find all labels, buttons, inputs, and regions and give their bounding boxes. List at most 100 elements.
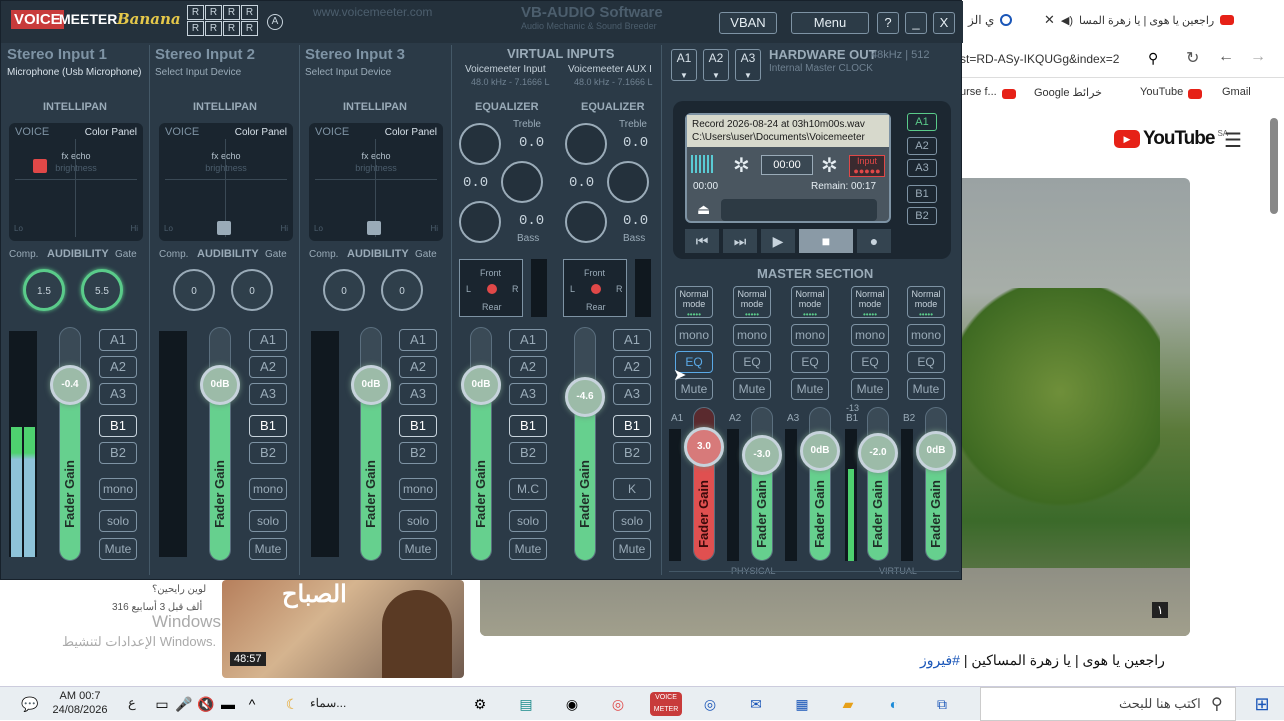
strip-1-mute-button[interactable]: Mute [99,538,137,560]
strip-1-a1-button[interactable]: A1 [99,329,137,351]
volume-muted-icon[interactable]: 🔇 [194,692,218,716]
voicemeeter-taskbar-icon[interactable]: VOICE METER [650,692,682,716]
chrome-icon[interactable]: ◎ [606,692,630,716]
virtual-2-solo-button[interactable]: solo [613,510,651,532]
app-icon[interactable]: ▤ [514,692,538,716]
strip-1-b2-button[interactable]: B2 [99,442,137,464]
strip-3-mute-button[interactable]: Mute [399,538,437,560]
vban-button[interactable]: VBAN [719,12,777,34]
strip-2-intellipan[interactable]: VOICE Color Panel fx echo brightness Lo … [159,123,293,241]
strip-2-fader-knob[interactable]: 0dB [200,365,240,405]
title-bar[interactable]: VOICE MEETER Banana RRRR RRRR A www.voic… [1,1,963,43]
chrome-profile-icon[interactable]: ◎ [698,692,722,716]
comp-knob[interactable]: 0 [173,269,215,311]
strip-2-device[interactable]: Select Input Device [155,67,241,78]
master-b1-fader-knob[interactable]: -2.0 [858,433,898,473]
youtube-logo[interactable]: ▶ YouTube SA [1114,128,1228,150]
reload-icon[interactable]: ↻ [1186,48,1199,68]
v1-mid-knob[interactable] [501,161,543,203]
video-hashtag[interactable]: #فيروز [920,652,960,668]
strip-2-mute-button[interactable]: Mute [249,538,287,560]
virtual-1-a2-button[interactable]: A2 [509,356,547,378]
v2-treble-knob[interactable] [565,123,607,165]
strip-1-device[interactable]: Microphone (Usb Microphone) [7,67,142,78]
scrollbar-thumb[interactable] [1270,118,1278,214]
v2-bass-knob[interactable] [565,201,607,243]
strip-1-b1-button[interactable]: B1 [99,415,137,437]
rewind-button[interactable]: ⏮ [685,229,719,253]
v2-mid-knob[interactable] [607,161,649,203]
recorder-b2-button[interactable]: B2 [907,207,937,225]
settings-gear-icon[interactable]: ⚙ [468,692,492,716]
hw-a3-select[interactable]: A3 ▼ [735,49,761,81]
browser-tab-2[interactable]: ي الز [968,6,1028,34]
weather-label[interactable]: سماء... [310,696,346,710]
v1-bass-knob[interactable] [459,201,501,243]
strip-3-a2-button[interactable]: A2 [399,356,437,378]
minimize-button[interactable]: _ [905,12,927,34]
strip-1-intellipan[interactable]: VOICE Color Panel fx echo brightness Lo … [9,123,143,241]
strip-2-a1-button[interactable]: A1 [249,329,287,351]
forward-button[interactable]: ⏭ [723,229,757,253]
store-icon[interactable]: ▦ [790,692,814,716]
pan-dot[interactable] [487,284,497,294]
comp-knob[interactable]: 1.5 [23,269,65,311]
strip-1-fader-knob[interactable]: -0.4 [50,365,90,405]
network-icon[interactable]: ▭ [150,692,174,716]
strip-3-mono-button[interactable]: mono [399,478,437,500]
hamburger-menu-icon[interactable]: ☰ [1224,128,1242,153]
menu-button[interactable]: Menu [791,12,869,34]
strip-2-title[interactable]: Stereo Input 2 [155,46,255,63]
master-a3-eq[interactable]: EQ [791,351,829,373]
recorder-input-button[interactable]: Input ●●●●● [849,155,885,177]
play-button[interactable]: ▶ [761,229,795,253]
master-a2-fader[interactable]: Fader Gain [751,407,773,561]
virtual-2-fader-knob[interactable]: -4.6 [565,377,605,417]
recorder-b1-button[interactable]: B1 [907,185,937,203]
master-b1-mute[interactable]: Mute [851,378,889,400]
battery-icon[interactable]: ▬ [216,692,240,716]
strip-3-a3-button[interactable]: A3 [399,383,437,405]
strip-1-a3-button[interactable]: A3 [99,383,137,405]
strip-3-b2-button[interactable]: B2 [399,442,437,464]
strip-2-b1-button[interactable]: B1 [249,415,287,437]
virtual-1-a1-button[interactable]: A1 [509,329,547,351]
pan-cursor[interactable] [217,221,231,235]
bookmark-item[interactable]: Google خرائط [1034,86,1102,99]
strip-3-b1-button[interactable]: B1 [399,415,437,437]
master-b1-fader[interactable]: Fader Gain [867,407,889,561]
back-icon[interactable]: ← [1218,48,1234,66]
close-button[interactable]: X [933,12,955,34]
master-b1-mode[interactable]: Normal mode ••••• [851,286,889,319]
master-b2-mono[interactable]: mono [907,324,945,346]
outlook-icon[interactable]: ✉ [744,692,768,716]
bookmark-item[interactable]: YouTube [1140,86,1183,98]
master-b2-mute[interactable]: Mute [907,378,945,400]
master-a2-mode[interactable]: Normal mode ••••• [733,286,771,319]
bookmark-item[interactable]: Gmail [1222,86,1251,98]
pan-cursor[interactable] [367,221,381,235]
url-text[interactable]: st=RD-ASy-IKQUGg&index=2 [960,52,1119,66]
master-a2-mute[interactable]: Mute [733,378,771,400]
virtual-2-mute-button[interactable]: Mute [613,538,651,560]
v1-pan-box[interactable]: Front L R Rear [459,259,523,317]
strip-3-fader[interactable]: Fader Gain [360,327,382,561]
master-a2-mono[interactable]: mono [733,324,771,346]
help-button[interactable]: ? [877,12,899,34]
master-a3-mute[interactable]: Mute [791,378,829,400]
virtual-2-k-button[interactable]: K [613,478,651,500]
virtual-1-a3-button[interactable]: A3 [509,383,547,405]
master-a3-mono[interactable]: mono [791,324,829,346]
master-a1-mono[interactable]: mono [675,324,713,346]
master-a1-mode[interactable]: Normal mode ••••• [675,286,713,319]
master-a3-fader-knob[interactable]: 0dB [800,431,840,471]
virtual-2-a2-button[interactable]: A2 [613,356,651,378]
strip-3-title[interactable]: Stereo Input 3 [305,46,405,63]
master-b1-mono[interactable]: mono [851,324,889,346]
close-icon[interactable]: ✕ [1044,12,1055,28]
edge-icon[interactable]: ◐ [882,692,906,716]
strip-1-a2-button[interactable]: A2 [99,356,137,378]
tune-icon[interactable]: ⚲ [1148,50,1158,67]
pan-cursor-red[interactable] [33,159,47,173]
strip-1-fader[interactable]: Fader Gain [59,327,81,561]
